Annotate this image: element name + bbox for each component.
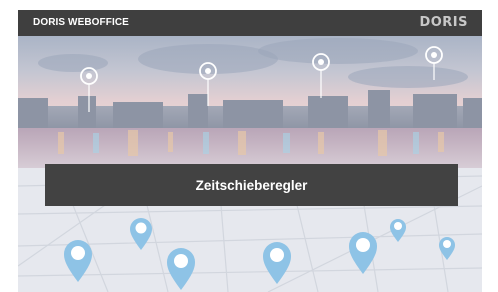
doris-logo[interactable]: DORIS [419, 15, 468, 31]
header-bar: DORIS WEBOFFICE DORIS [18, 10, 482, 36]
title-banner[interactable]: Zeitschieberegler [45, 164, 458, 206]
map-pin-icon [439, 237, 455, 260]
banner-title: Zeitschieberegler [195, 177, 308, 193]
map-pin-icon [390, 219, 406, 242]
hero-image: Zeitschieberegler [18, 36, 482, 292]
weboffice-window: DORIS WEBOFFICE DORIS Zeitschieberegler [18, 0, 482, 292]
map-pin-icon [263, 242, 291, 284]
map-pin-icon [64, 240, 92, 282]
map-pin-icon [167, 248, 195, 290]
app-title: DORIS WEBOFFICE [33, 17, 129, 28]
map-pin-icon [130, 218, 152, 250]
map-pin-icon [349, 232, 377, 274]
